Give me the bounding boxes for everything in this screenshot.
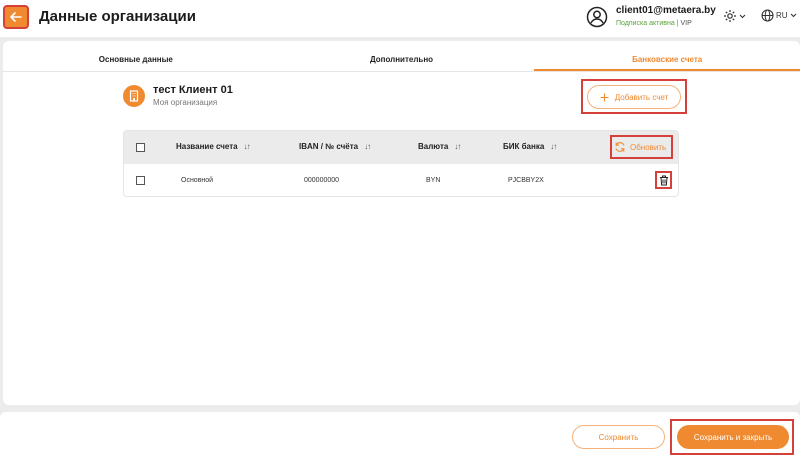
user-avatar-icon[interactable] [586,6,608,28]
refresh-highlight: Обновить [610,135,673,159]
language-code: RU [776,11,788,20]
settings-menu[interactable] [723,9,746,23]
select-all-checkbox[interactable] [136,143,145,152]
save-and-close-button[interactable]: Сохранить и закрыть [677,425,789,449]
language-selector[interactable]: RU [761,9,797,22]
cell-account-name: Основной [181,177,214,184]
subscription-separator: | [676,20,679,27]
gear-icon [724,10,736,22]
refresh-button[interactable]: Обновить [614,139,669,155]
main-card: Основные данные Дополнительно Банковские… [3,41,800,405]
tab-main-data[interactable]: Основные данные [3,51,269,71]
subscription-info: Подписка активна | VIP [616,19,716,29]
column-label: Название счета [176,142,238,151]
add-account-button[interactable]: Добавить счет [587,85,681,109]
subscription-plan: VIP [680,20,692,27]
refresh-label: Обновить [630,142,667,152]
chevron-down-icon [790,13,796,18]
column-iban[interactable]: IBAN / № счёта ↓↑ [299,142,371,151]
sort-icon: ↓↑ [454,142,461,151]
column-bic[interactable]: БИК банка ↓↑ [503,142,557,151]
footer-bar: Сохранить Сохранить и закрыть [0,412,800,457]
organization-icon [123,85,145,107]
sort-icon: ↓↑ [550,142,557,151]
delete-button[interactable] [655,171,672,189]
row-checkbox[interactable] [136,176,145,185]
organization-subtitle: Моя организация [153,98,218,107]
arrow-left-icon [10,12,22,22]
globe-icon [761,9,774,22]
tab-additional[interactable]: Дополнительно [269,51,535,71]
trash-icon [659,175,668,185]
refresh-icon [615,142,625,152]
cell-bic: PJCBBY2X [508,177,544,184]
tab-bank-accounts[interactable]: Банковские счета [534,51,800,71]
add-account-highlight: Добавить счет [581,79,687,114]
column-label: БИК банка [503,142,545,151]
save-button[interactable]: Сохранить [572,425,665,449]
sort-icon: ↓↑ [243,142,251,151]
app-header: Данные организации client01@metaera.by П… [0,0,800,37]
page-title: Данные организации [39,8,196,25]
table-row[interactable]: Основной 000000000 BYN PJCBBY2X [124,164,678,196]
organization-name: тест Клиент 01 [153,84,233,96]
column-label: IBAN / № счёта [299,142,359,151]
building-icon [129,90,139,102]
save-close-highlight: Сохранить и закрыть [670,419,794,455]
back-button[interactable] [3,5,29,29]
table-header: Название счета ↓↑ IBAN / № счёта ↓↑ Валю… [124,131,678,164]
user-email: client01@metaera.by [616,5,716,16]
subscription-status: Подписка активна [616,20,675,27]
plus-icon [600,93,609,101]
column-label: Валюта [418,142,449,151]
sort-icon: ↓↑ [364,142,371,151]
cell-iban: 000000000 [304,177,340,184]
cell-currency: BYN [426,177,441,184]
user-info[interactable]: client01@metaera.by Подписка активна | V… [616,5,716,29]
column-currency[interactable]: Валюта ↓↑ [418,142,461,151]
tab-bar: Основные данные Дополнительно Банковские… [3,51,800,72]
accounts-table: Название счета ↓↑ IBAN / № счёта ↓↑ Валю… [123,130,679,197]
chevron-down-icon [739,14,746,18]
column-account-name[interactable]: Название счета ↓↑ [176,142,251,151]
add-account-label: Добавить счет [614,92,669,102]
